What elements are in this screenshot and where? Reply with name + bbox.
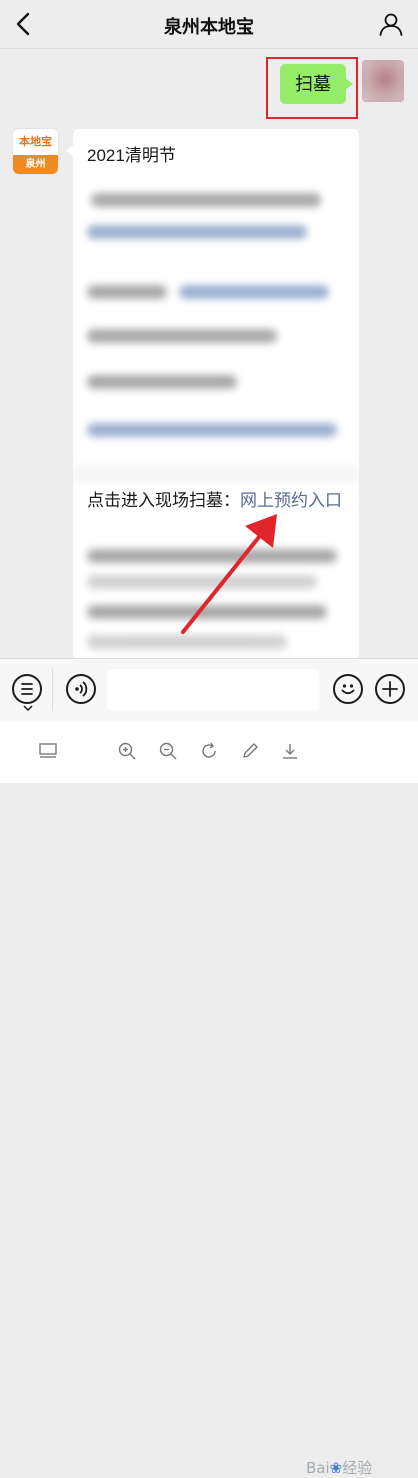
blurred-link-line [87,225,307,239]
annotation-highlight-box [266,57,358,119]
watermark: Bai❀经验 [306,1457,372,1478]
my-avatar[interactable] [362,60,404,102]
blurred-text-line [87,375,237,389]
zoom-in-icon[interactable] [117,741,137,761]
rotate-icon[interactable] [199,741,219,761]
blurred-text-line [87,285,167,299]
avatar-city-text: 泉州 [13,155,58,174]
watermark-text: Bai [306,1459,330,1477]
layout-icon[interactable] [38,741,58,761]
avatar-logo-text: 本地宝 [13,129,58,155]
download-icon[interactable] [280,741,300,761]
online-reservation-link[interactable]: 网上预约入口 [240,491,342,510]
message-input[interactable] [107,669,319,711]
chevron-down-icon [23,705,33,712]
watermark-suffix: 经验 [342,1459,373,1477]
divider [52,669,53,711]
paw-icon: ❀ [329,1459,343,1477]
message-input-bar [0,658,418,721]
plus-icon[interactable] [375,674,405,704]
page-title: 泉州本地宝 [164,17,254,37]
blurred-link-line [179,285,329,299]
top-nav-bar: 泉州本地宝 [0,0,418,49]
blurred-link-line [87,423,337,437]
annotation-arrow [181,514,277,634]
menu-list-icon[interactable] [12,674,42,704]
zoom-out-icon[interactable] [158,741,178,761]
official-account-avatar[interactable]: 本地宝 泉州 [13,129,58,174]
person-icon[interactable] [378,11,404,37]
emoji-icon[interactable] [333,674,363,704]
voice-icon[interactable] [66,674,96,704]
pen-icon[interactable] [240,741,260,761]
blurred-text-line [91,193,321,207]
blurred-separator [73,465,359,483]
blurred-text-line [87,329,277,343]
article-title: 2021清明节 [87,146,176,165]
link-prefix-text: 点击进入现场扫墓： [87,491,240,510]
reader-toolbar: Bai❀经验 [0,721,418,1477]
